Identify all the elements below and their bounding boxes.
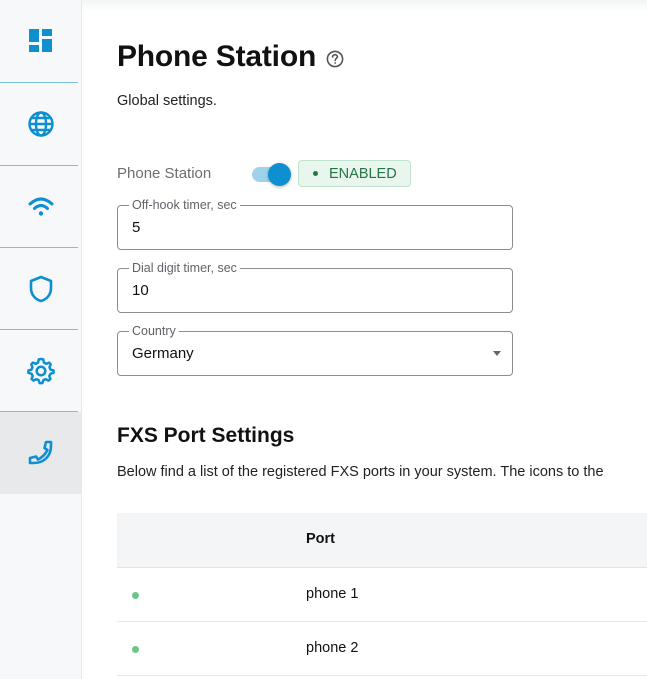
off-hook-timer-value[interactable]: 5 [132,219,140,236]
fxs-section-title: FXS Port Settings [117,424,295,447]
dial-digit-timer-label: Dial digit timer, sec [129,261,240,275]
country-label: Country [129,324,179,338]
column-header-port[interactable]: Port [306,531,335,547]
port-name: phone 1 [306,586,359,602]
sidebar-item-settings[interactable] [0,330,81,412]
caret-down-icon[interactable] [493,351,501,356]
gear-icon [26,357,55,385]
status-badge: ENABLED [298,160,411,187]
status-dot [313,171,318,176]
title-row: Phone Station [117,40,344,74]
off-hook-timer-label: Off-hook timer, sec [129,198,240,212]
page-subtitle: Global settings. [117,93,217,109]
dial-digit-timer-value[interactable]: 10 [132,282,149,299]
switch-thumb [268,162,291,186]
port-status-dot [132,592,139,599]
table-row[interactable]: phone 2 [117,622,647,676]
country-value[interactable]: Germany [132,345,194,362]
phone-station-toggle-row: Phone Station ENABLED [117,160,411,187]
fxs-port-table: Port phone 1 phone 2 [117,513,647,676]
wifi-icon [28,197,53,216]
off-hook-timer-field[interactable]: Off-hook timer, sec 5 [117,198,513,250]
port-name: phone 2 [306,640,359,656]
status-badge-label: ENABLED [329,165,397,182]
globe-icon [27,111,54,137]
page-title: Phone Station [117,40,317,73]
shield-icon [29,275,52,303]
table-header: Port [117,513,647,568]
sidebar-item-dashboard[interactable] [0,0,81,82]
sidebar [0,0,82,679]
main-content: Phone Station Global settings. Phone Sta… [117,0,647,679]
sidebar-item-internet[interactable] [0,83,81,165]
table-row[interactable]: phone 1 [117,568,647,622]
dashboard-icon [28,29,52,52]
dial-digit-timer-field[interactable]: Dial digit timer, sec 10 [117,261,513,313]
phone-station-label: Phone Station [117,165,212,182]
help-circle-icon[interactable] [326,50,344,68]
sidebar-item-wifi[interactable] [0,166,81,248]
port-status-dot [132,646,139,653]
sidebar-item-phone[interactable] [0,412,81,494]
phone-station-switch[interactable] [251,162,293,186]
country-select[interactable]: Country Germany [117,324,513,376]
fxs-section-description: Below find a list of the registered FXS … [117,464,604,480]
sidebar-item-security[interactable] [0,248,81,330]
phone-icon [28,440,52,465]
